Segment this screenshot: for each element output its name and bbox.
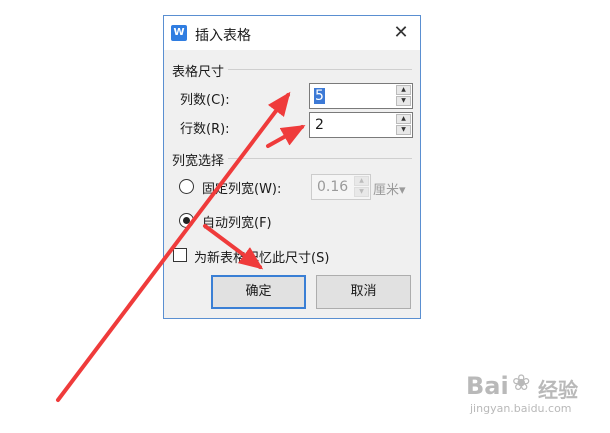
columns-stepper[interactable]: 5 ▲ ▼ — [309, 83, 413, 109]
columns-down-arrow-icon[interactable]: ▼ — [396, 96, 411, 106]
group-title-col-width: 列宽选择 — [172, 154, 225, 169]
insert-table-dialog: W 插入表格 ✕ 表格尺寸 列数(C): 5 ▲ ▼ 行数(R): 2 ▲ ▼ … — [163, 15, 421, 319]
wps-writer-icon: W — [171, 25, 187, 41]
rows-up-arrow-icon[interactable]: ▲ — [396, 114, 411, 124]
radio-selected-dot — [183, 217, 190, 224]
rows-stepper[interactable]: 2 ▲ ▼ — [309, 112, 413, 138]
ok-button[interactable]: 确定 — [211, 275, 306, 309]
rows-down-arrow-icon[interactable]: ▼ — [396, 125, 411, 135]
paw-icon: ❀ — [512, 371, 531, 396]
unit-dropdown: 厘米▾ — [373, 183, 406, 198]
watermark-brand-jingyan: 经验 — [538, 378, 578, 402]
close-icon: ✕ — [393, 22, 409, 43]
rows-label: 行数(R): — [180, 122, 230, 137]
fixed-width-radio[interactable] — [179, 179, 194, 194]
group-title-table-size: 表格尺寸 — [172, 65, 225, 80]
fixed-width-up-arrow-icon: ▲ — [354, 176, 369, 186]
group-divider — [228, 158, 412, 159]
columns-up-arrow-icon[interactable]: ▲ — [396, 85, 411, 95]
watermark-brand-bai: Bai — [466, 372, 509, 400]
fixed-width-stepper: 0.16 ▲ ▼ — [311, 174, 371, 200]
fixed-width-down-arrow-icon: ▼ — [354, 187, 369, 197]
group-divider — [228, 69, 412, 70]
columns-label: 列数(C): — [180, 93, 230, 108]
rows-input[interactable]: 2 — [314, 117, 325, 133]
close-button[interactable]: ✕ — [384, 18, 418, 48]
fixed-width-label[interactable]: 固定列宽(W): — [202, 178, 281, 197]
dialog-title: 插入表格 — [195, 28, 251, 44]
dialog-titlebar[interactable]: W 插入表格 ✕ — [164, 16, 420, 50]
cancel-button[interactable]: 取消 — [316, 275, 411, 309]
columns-input[interactable]: 5 — [314, 88, 325, 104]
fixed-width-input: 0.16 — [317, 179, 349, 195]
baidu-jingyan-watermark: Bai ❀ 经验 jingyan.baidu.com — [462, 368, 602, 428]
remember-size-checkbox[interactable] — [173, 248, 187, 262]
watermark-url: jingyan.baidu.com — [470, 402, 572, 415]
auto-width-radio[interactable] — [179, 213, 194, 228]
auto-width-label[interactable]: 自动列宽(F) — [202, 212, 272, 231]
remember-size-label[interactable]: 为新表格记忆此尺寸(S) — [194, 247, 329, 266]
